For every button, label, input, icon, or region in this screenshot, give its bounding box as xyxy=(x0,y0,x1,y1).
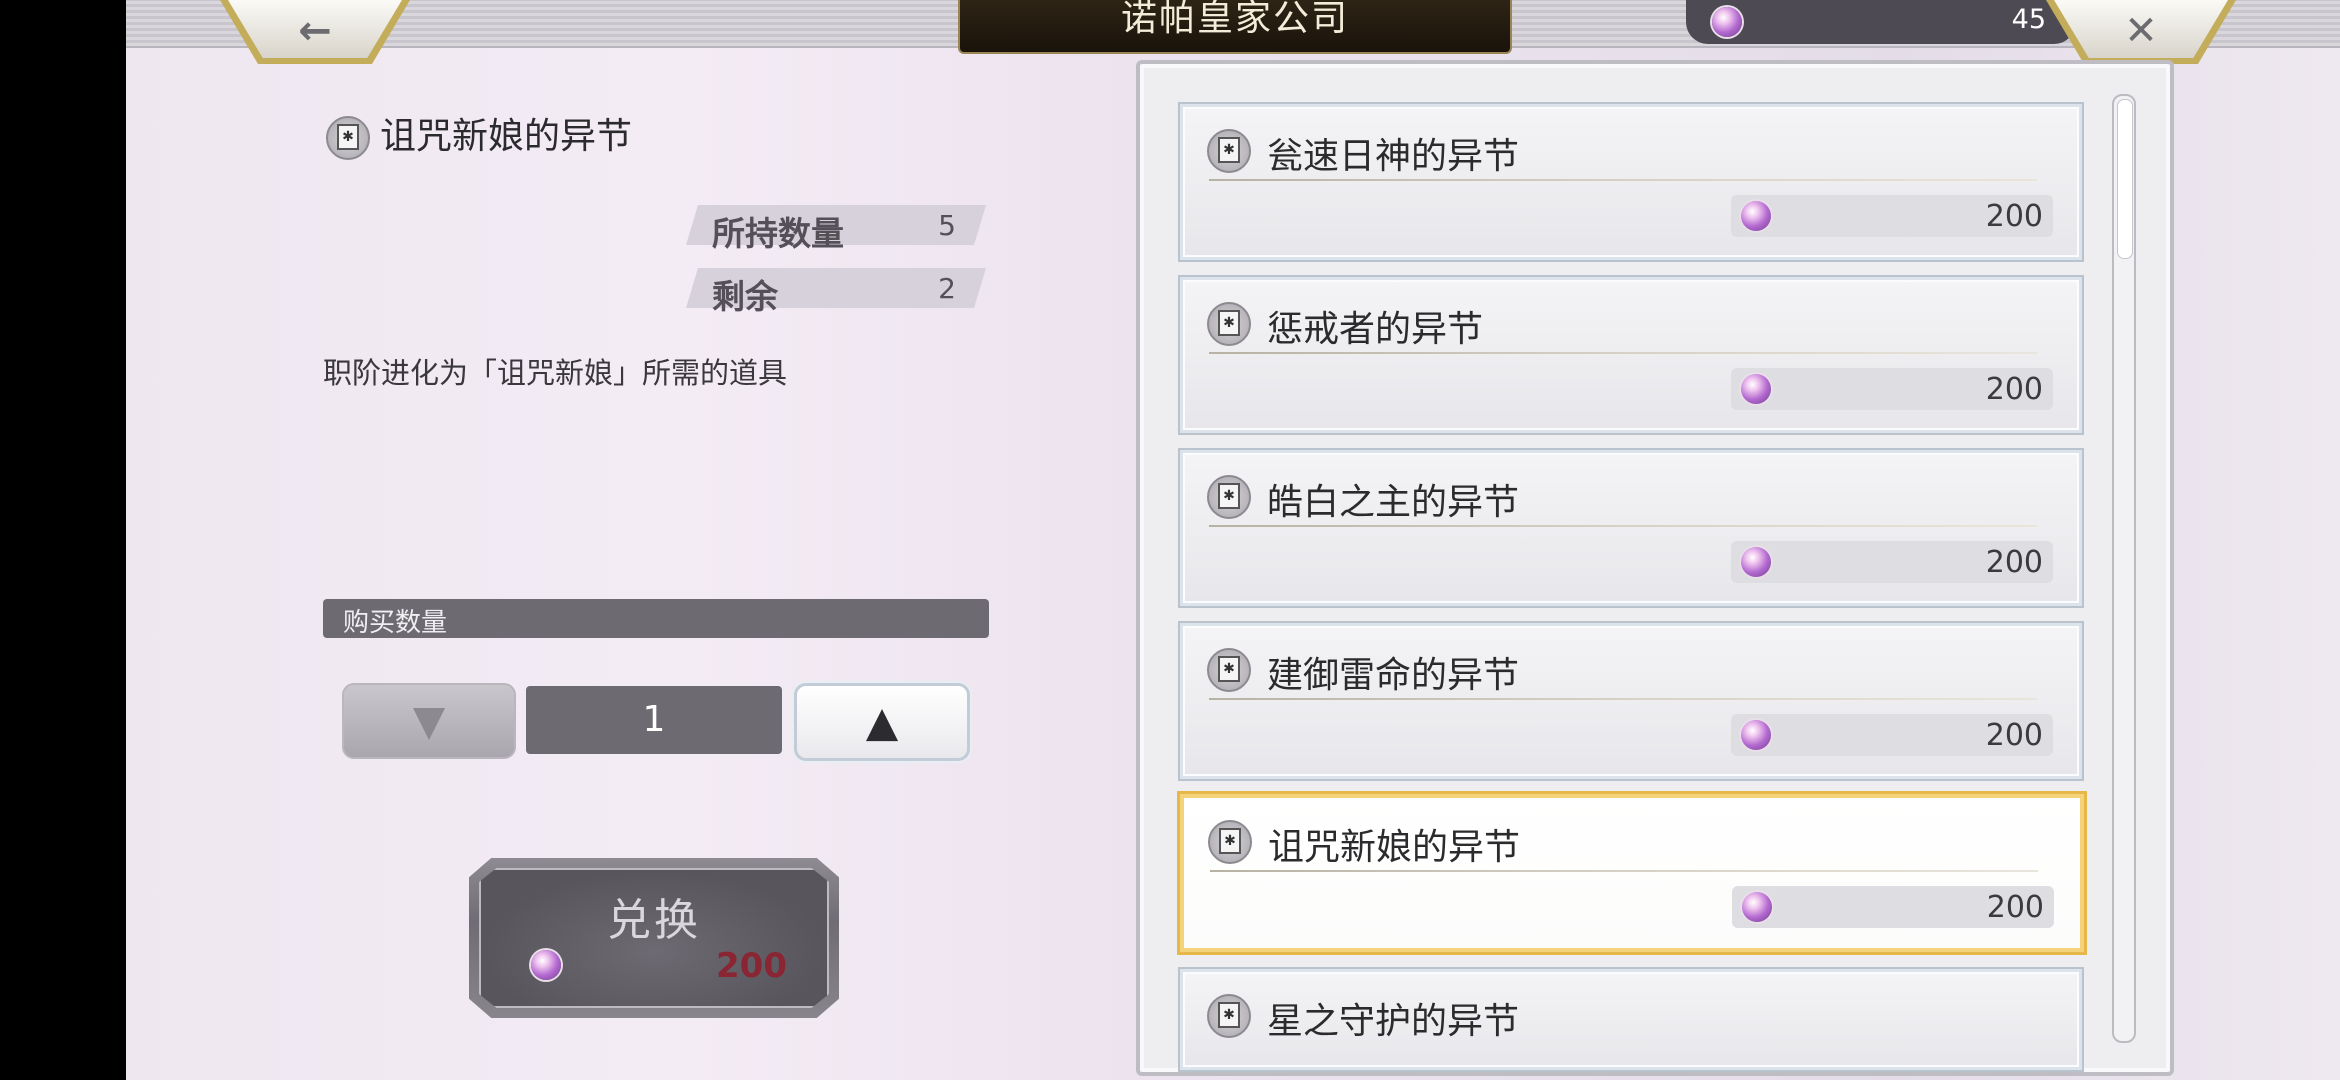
item-detail-title: 诅咒新娘的异节 xyxy=(326,107,632,160)
item-price: 200 xyxy=(1732,886,2054,928)
list-scrollbar[interactable] xyxy=(2112,94,2136,1043)
book-icon xyxy=(1207,994,1251,1038)
gem-icon xyxy=(1741,720,1771,750)
exchange-button[interactable]: 兑换 200 xyxy=(469,858,839,1018)
gem-icon xyxy=(1712,7,1742,37)
gem-icon xyxy=(531,950,561,980)
item-name: 星之守护的异节 xyxy=(1267,1001,1520,1042)
gem-icon xyxy=(1741,201,1771,231)
item-price-value: 200 xyxy=(1985,718,2043,753)
book-icon xyxy=(1207,648,1251,692)
book-icon xyxy=(1207,475,1251,519)
item-name: 建御雷命的异节 xyxy=(1267,655,1520,696)
item-name: 诅咒新娘的异节 xyxy=(1268,827,1521,868)
purchase-quantity-header: 购买数量 xyxy=(323,599,989,638)
decrease-quantity-button[interactable]: ▼ xyxy=(342,683,516,759)
item-description: 职阶进化为「诅咒新娘」所需的道具 xyxy=(323,356,788,390)
close-icon: ✕ xyxy=(2124,8,2158,54)
gem-icon xyxy=(1741,547,1771,577)
owned-label: 所持数量 xyxy=(712,214,844,253)
shop-title-plate: 诺帕皇家公司 xyxy=(958,0,1512,54)
book-icon xyxy=(1207,129,1251,173)
divider xyxy=(1209,698,2037,700)
item-price: 200 xyxy=(1731,714,2053,756)
shop-item-card[interactable]: 建御雷命的异节 200 xyxy=(1180,623,2082,779)
gem-icon xyxy=(1742,892,1772,922)
scrollbar-thumb[interactable] xyxy=(2117,99,2133,259)
shop-item-card[interactable]: 皓白之主的异节 200 xyxy=(1180,450,2082,606)
item-price-value: 200 xyxy=(1985,372,2043,407)
exchange-label: 兑换 xyxy=(607,895,701,946)
shop-item-card[interactable]: 惩戒者的异节 200 xyxy=(1180,277,2082,433)
divider xyxy=(1209,352,2037,354)
divider xyxy=(1209,525,2037,527)
item-price-value: 200 xyxy=(1985,199,2043,234)
remaining-value: 2 xyxy=(938,272,956,305)
item-detail-name: 诅咒新娘的异节 xyxy=(380,116,633,157)
book-icon xyxy=(326,116,370,160)
purchase-quantity-label: 购买数量 xyxy=(343,608,448,638)
shop-item-card[interactable]: 星之守护的异节 xyxy=(1180,969,2082,1070)
currency-display: 45 xyxy=(1686,0,2076,44)
item-name: 瓮速日神的异节 xyxy=(1267,136,1520,177)
book-icon xyxy=(1207,302,1251,346)
remaining-label: 剩余 xyxy=(712,277,778,316)
quantity-value: 1 xyxy=(642,699,666,740)
increase-quantity-button[interactable]: ▲ xyxy=(794,683,970,761)
chevron-up-icon: ▲ xyxy=(865,697,899,746)
item-price: 200 xyxy=(1731,195,2053,237)
chevron-down-icon: ▼ xyxy=(412,696,446,745)
item-price-value: 200 xyxy=(1986,890,2044,925)
owned-count: 所持数量 5 xyxy=(686,205,986,253)
item-price-value: 200 xyxy=(1985,545,2043,580)
shop-title: 诺帕皇家公司 xyxy=(1120,0,1349,39)
arrow-left-icon: ← xyxy=(298,8,332,54)
divider xyxy=(1209,179,2037,181)
close-button[interactable]: ✕ xyxy=(2046,0,2236,64)
quantity-display: 1 xyxy=(526,686,782,754)
currency-amount: 45 xyxy=(2011,4,2046,35)
shop-item-card[interactable]: 瓮速日神的异节 200 xyxy=(1180,104,2082,260)
gem-icon xyxy=(1741,374,1771,404)
back-button[interactable]: ← xyxy=(220,0,410,64)
divider xyxy=(1210,870,2038,872)
item-price: 200 xyxy=(1731,541,2053,583)
game-screen: ← 诺帕皇家公司 45 ✕ 诅咒新娘的异节 所持数量 5 剩余 2 职阶进化为「… xyxy=(126,0,2340,1080)
owned-value: 5 xyxy=(938,209,956,242)
item-price: 200 xyxy=(1731,368,2053,410)
shop-item-card-selected[interactable]: 诅咒新娘的异节 200 xyxy=(1180,794,2084,952)
book-icon xyxy=(1208,820,1252,864)
remaining-count: 剩余 2 xyxy=(686,268,986,316)
item-name: 惩戒者的异节 xyxy=(1267,309,1484,350)
item-name: 皓白之主的异节 xyxy=(1267,482,1520,523)
letterbox-left xyxy=(0,0,126,1080)
exchange-cost: 200 xyxy=(716,946,787,986)
